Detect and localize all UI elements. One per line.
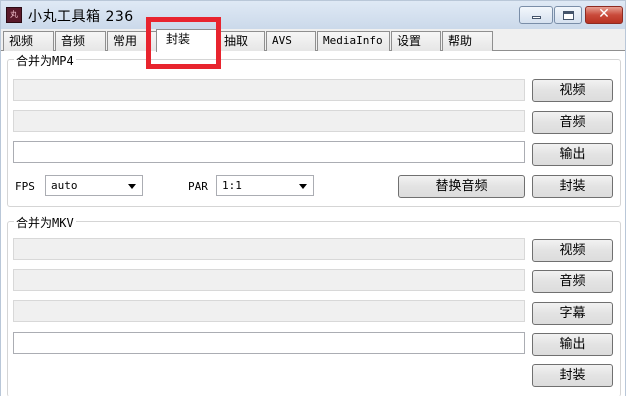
mux-tab-panel: 合并为MP4 视频 音频 输出 FPS auto PAR 1:1 替换音频 封装… xyxy=(1,51,625,396)
par-select[interactable]: 1:1 xyxy=(216,175,314,196)
mp4-audio-path-field[interactable] xyxy=(13,110,525,132)
fps-label: FPS xyxy=(15,180,35,193)
maximize-button[interactable] xyxy=(554,6,582,24)
mp4-video-button[interactable]: 视频 xyxy=(532,79,613,102)
par-select-value: 1:1 xyxy=(222,179,242,192)
chevron-down-icon xyxy=(128,184,136,189)
minimize-icon xyxy=(532,16,541,19)
mkv-audio-path-field[interactable] xyxy=(13,269,525,291)
mp4-group-title: 合并为MP4 xyxy=(14,52,76,69)
mkv-subtitle-path-field[interactable] xyxy=(13,300,525,322)
mkv-video-path-field[interactable] xyxy=(13,238,525,260)
mp4-mux-button[interactable]: 封装 xyxy=(532,175,613,198)
fps-select[interactable]: auto xyxy=(45,175,143,196)
mkv-subtitle-button[interactable]: 字幕 xyxy=(532,302,613,325)
minimize-button[interactable] xyxy=(519,6,553,24)
mp4-output-button[interactable]: 输出 xyxy=(532,143,613,166)
mkv-mux-button[interactable]: 封装 xyxy=(532,364,613,387)
mkv-output-path-field[interactable] xyxy=(13,332,525,354)
mkv-video-button[interactable]: 视频 xyxy=(532,239,613,262)
tab-extract[interactable]: 抽取 xyxy=(218,31,265,51)
close-button[interactable]: ✕ xyxy=(585,6,623,24)
tab-help[interactable]: 帮助 xyxy=(442,31,493,51)
tab-avs[interactable]: AVS xyxy=(266,31,316,51)
mp4-audio-button[interactable]: 音频 xyxy=(532,111,613,134)
par-label: PAR xyxy=(188,180,208,193)
tab-settings[interactable]: 设置 xyxy=(391,31,441,51)
chevron-down-icon xyxy=(299,184,307,189)
mkv-output-button[interactable]: 输出 xyxy=(532,333,613,356)
tab-audio[interactable]: 音频 xyxy=(55,31,106,51)
app-icon: 丸 xyxy=(6,7,22,23)
window-title: 小丸工具箱 236 xyxy=(28,9,134,25)
tab-mediainfo[interactable]: MediaInfo xyxy=(317,31,390,51)
fps-select-value: auto xyxy=(51,179,78,192)
mp4-output-path-field[interactable] xyxy=(13,141,525,163)
close-icon: ✕ xyxy=(598,6,610,22)
maximize-icon xyxy=(563,11,574,20)
mkv-group-title: 合并为MKV xyxy=(14,214,76,231)
tab-video[interactable]: 视频 xyxy=(3,31,54,51)
mkv-audio-button[interactable]: 音频 xyxy=(532,270,613,293)
title-bar[interactable]: 丸 小丸工具箱 236 ✕ xyxy=(1,1,625,29)
replace-audio-button[interactable]: 替换音频 xyxy=(398,175,525,198)
mp4-video-path-field[interactable] xyxy=(13,79,525,101)
highlight-annotation xyxy=(146,17,221,69)
tab-strip: 视频 音频 常用 封装 抽取 AVS MediaInfo 设置 帮助 xyxy=(1,29,625,52)
app-window: 丸 小丸工具箱 236 ✕ 视频 音频 常用 封装 抽取 AVS MediaIn… xyxy=(0,0,626,396)
